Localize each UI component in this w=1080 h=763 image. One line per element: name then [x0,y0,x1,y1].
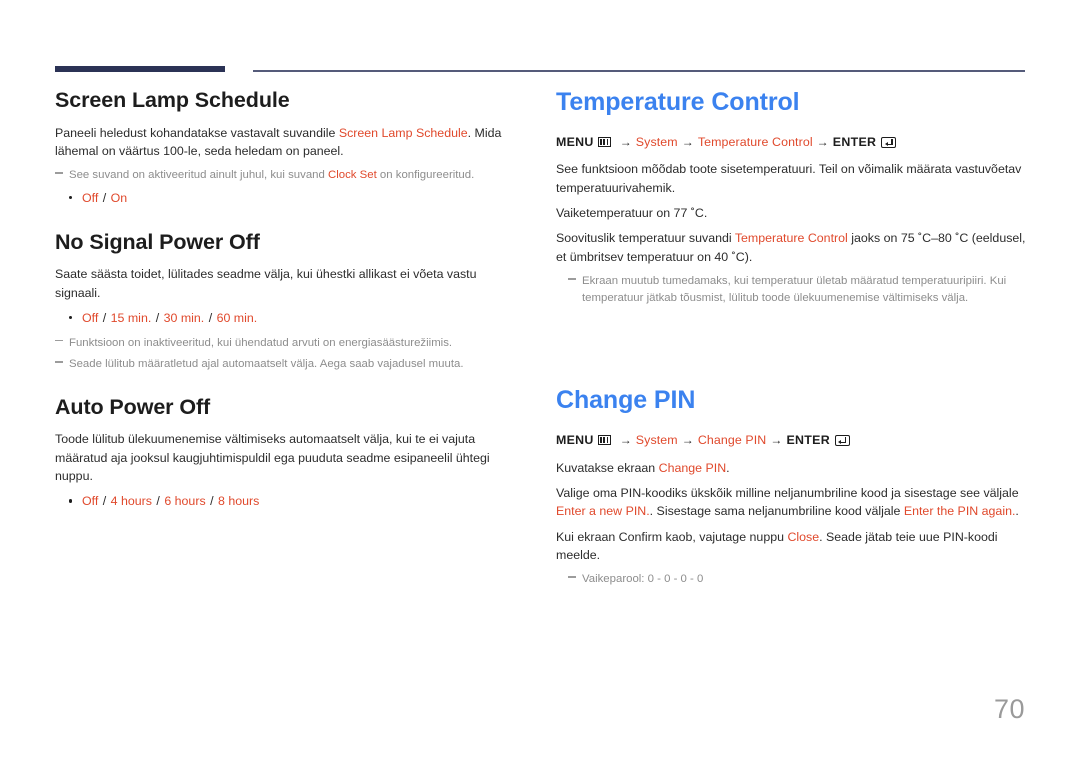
option-separator: / [206,494,217,509]
accent-term-close: Close [787,529,820,544]
paragraph-text: Paneeli heledust kohandatakse vastavalt … [55,125,339,140]
accent-term: Screen Lamp Schedule [338,125,468,140]
section-temperature-control: Temperature Control MENU → System → Temp… [556,88,1026,306]
section-title: Change PIN [556,386,696,415]
section-paragraph: Soovituslik temperatuur suvandi Temperat… [556,229,1026,266]
arrow-icon: → [619,135,632,150]
section-no-signal-power-off: No Signal Power Off Saate säästa toidet,… [55,230,520,373]
option-separator: / [99,311,110,326]
section-screen-lamp-schedule: Screen Lamp Schedule Paneeli heledust ko… [55,88,520,208]
option-value: 4 hours [110,494,152,509]
option-value: 15 min. [110,311,152,326]
section-note: Funktsioon on inaktiveeritud, kui ühenda… [55,335,520,352]
option-value: On [110,190,128,205]
note-text-tail: on konfigureeritud. [376,169,475,182]
arrow-icon: → [681,135,694,150]
menu-item-change-pin: Change PIN [697,432,767,447]
paragraph-text: Kuvatakse ekraan [556,460,659,475]
option-value: 30 min. [163,311,205,326]
option-list: Off / On [55,189,520,208]
accent-term: Clock Set [328,169,377,182]
option-value: 60 min. [216,311,258,326]
option-separator: / [152,311,163,326]
left-column: Screen Lamp Schedule Paneeli heledust ko… [55,88,520,533]
option-list: Off / 4 hours / 6 hours / 8 hours [55,492,520,511]
option-value: 6 hours [164,494,206,509]
accent-term-enter-pin-again: Enter the PIN again. [903,504,1016,519]
section-note: Vaikeparool: 0 - 0 - 0 - 0 [568,571,1026,588]
menu-item-temperature-control: Temperature Control [697,134,813,149]
enter-label: ENTER [832,134,877,149]
paragraph-text: Kui ekraan Confirm kaob, vajutage nuppu [556,529,788,544]
menu-label: MENU [556,134,594,149]
menu-path: MENU → System → Change PIN → ENTER [556,431,1026,450]
section-note: Ekraan muutub tumedamaks, kui temperatuu… [568,273,1026,306]
option-separator: / [152,494,164,509]
section-paragraph: Vaiketemperatuur on 77 ˚C. [556,206,708,221]
option-separator: / [205,311,216,326]
enter-return-icon [834,434,850,446]
option-value: Off [82,311,99,326]
section-title: Screen Lamp Schedule [55,88,290,112]
manual-page: Screen Lamp Schedule Paneeli heledust ko… [0,0,1080,763]
paragraph-text: Soovituslik temperatuur suvandi [556,231,735,246]
option-value: Off [82,494,99,509]
arrow-icon: → [770,433,783,448]
right-column: Temperature Control MENU → System → Temp… [556,88,1026,610]
page-number: 70 [993,694,1025,724]
section-paragraph: Valige oma PIN-koodiks ükskõik milline n… [556,484,1026,521]
section-auto-power-off: Auto Power Off Toode lülitub ülekuumenem… [55,395,520,511]
section-paragraph: Kui ekraan Confirm kaob, vajutage nuppu … [556,528,1026,565]
option-value: Off [82,190,99,205]
arrow-icon: → [816,135,829,150]
section-title: Temperature Control [556,88,800,116]
accent-term: Change PIN [658,460,727,475]
arrow-icon: → [619,433,632,448]
section-title: Auto Power Off [55,394,211,419]
menu-grid-icon [597,137,611,148]
menu-path: MENU → System → Temperature Control → EN… [556,133,1026,152]
enter-label: ENTER [786,432,830,447]
header-rule-thick [55,66,225,72]
section-paragraph: Kuvatakse ekraan Change PIN. [556,459,1026,477]
paragraph-text-tail: . [1015,504,1019,519]
header-rule-thin [253,70,1025,72]
paragraph-text-mid: . Sisestage sama neljanumbriline kood vä… [649,504,904,519]
section-note: See suvand on aktiveeritud ainult juhul,… [55,167,520,184]
section-paragraph: Toode lülitub ülekuumenemise vältimiseks… [55,432,490,484]
menu-item-system: System [635,432,678,447]
section-note: Seade lülitub määratletud ajal automaats… [55,356,520,373]
option-separator: / [99,190,110,205]
note-text: See suvand on aktiveeritud ainult juhul,… [69,169,328,182]
enter-return-icon [881,136,897,148]
arrow-icon: → [681,433,694,448]
section-paragraph: Saate säästa toidet, lülitades seadme vä… [55,267,477,300]
option-separator: / [99,494,110,509]
header-divider [0,66,1080,78]
section-change-pin: Change PIN MENU → System → Change PIN → … [556,386,1026,588]
section-title: No Signal Power Off [55,229,260,254]
paragraph-text-tail: . [726,460,730,475]
menu-item-system: System [635,134,678,149]
accent-term: Temperature Control [734,231,848,246]
paragraph-text: Valige oma PIN-koodiks ükskõik milline n… [556,485,1019,500]
menu-grid-icon [597,435,611,446]
section-paragraph: Paneeli heledust kohandatakse vastavalt … [55,124,520,161]
option-value: 8 hours [217,494,260,509]
section-paragraph: See funktsioon mõõdab toote sisetemperat… [556,162,1022,195]
accent-term-enter-new-pin: Enter a new PIN. [556,504,650,519]
menu-label: MENU [556,432,594,447]
option-list: Off / 15 min. / 30 min. / 60 min. [55,309,520,328]
